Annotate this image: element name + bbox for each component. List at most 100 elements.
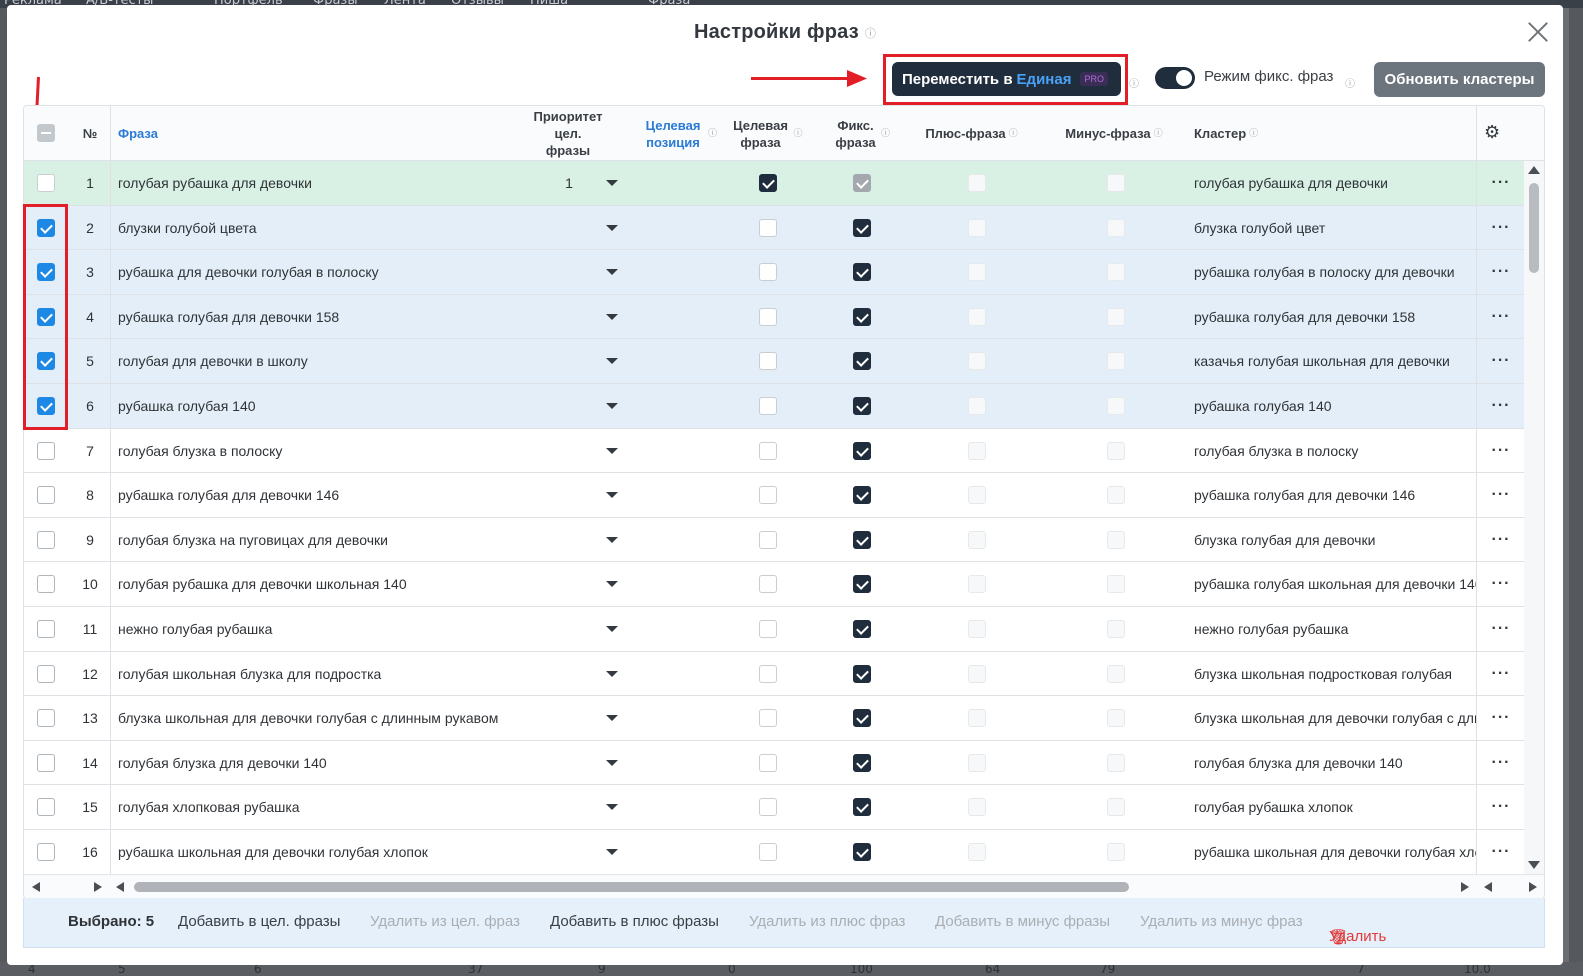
priority-dropdown[interactable] xyxy=(602,384,622,428)
add-target-button[interactable]: Добавить в цел. фразы xyxy=(178,913,340,930)
table-row[interactable]: 9 голубая блузка на пуговицах для девочки… xyxy=(24,517,1524,563)
scroll-left-icon[interactable] xyxy=(116,882,124,892)
table-row[interactable]: 8 рубашка голубая для девочки 146 рубашка … xyxy=(24,473,1524,518)
row-checkbox[interactable] xyxy=(37,218,55,237)
move-to-button[interactable]: Переместить в Единая PRO xyxy=(892,62,1121,96)
row-checkbox[interactable] xyxy=(37,620,55,638)
row-checkbox[interactable] xyxy=(37,307,55,326)
fixed-phrase-checkbox[interactable] xyxy=(853,620,871,638)
target-phrase-checkbox[interactable] xyxy=(759,397,777,415)
row-actions-button[interactable]: ··· xyxy=(1489,295,1513,339)
target-phrase-checkbox[interactable] xyxy=(759,263,777,282)
table-row[interactable]: 4 рубашка голубая для девочки 158 рубашка … xyxy=(24,294,1524,340)
target-phrase-checkbox[interactable] xyxy=(759,218,777,237)
info-icon[interactable]: ⓘ xyxy=(881,125,890,142)
row-actions-button[interactable]: ··· xyxy=(1489,473,1513,517)
fixed-phrase-checkbox[interactable] xyxy=(853,218,871,237)
priority-dropdown[interactable] xyxy=(602,161,622,205)
info-icon[interactable]: ⓘ xyxy=(1009,125,1018,142)
row-actions-button[interactable]: ··· xyxy=(1489,250,1513,294)
row-actions-button[interactable]: ··· xyxy=(1489,518,1513,562)
row-checkbox[interactable] xyxy=(37,441,55,460)
info-icon[interactable]: ⓘ xyxy=(865,25,876,41)
target-phrase-checkbox[interactable] xyxy=(759,441,777,460)
col-phrase[interactable]: Фраза xyxy=(118,106,318,161)
fixed-phrase-checkbox[interactable] xyxy=(853,530,871,549)
select-all-checkbox[interactable] xyxy=(37,124,55,142)
close-button[interactable] xyxy=(1525,19,1551,45)
table-row[interactable]: 15 голубая хлопковая рубашка голубая рубаш… xyxy=(24,785,1524,830)
remove-plus-button[interactable]: Удалить из плюс фраз xyxy=(749,913,905,930)
scroll-right-icon[interactable] xyxy=(1461,882,1469,892)
info-icon[interactable]: ⓘ xyxy=(1154,125,1163,142)
fixed-phrase-checkbox[interactable] xyxy=(853,798,871,817)
target-phrase-checkbox[interactable] xyxy=(759,352,777,371)
remove-minus-button[interactable]: Удалить из минус фраз xyxy=(1140,913,1303,930)
priority-dropdown[interactable] xyxy=(602,652,622,696)
target-phrase-checkbox[interactable] xyxy=(759,798,777,817)
table-row[interactable]: 3 рубашка для девочки голубая в полоску ру… xyxy=(24,250,1524,295)
table-row[interactable]: 7 голубая блузка в полоску голубая блузка … xyxy=(24,428,1524,474)
row-checkbox[interactable] xyxy=(37,575,55,594)
target-phrase-checkbox[interactable] xyxy=(759,620,777,638)
row-checkbox[interactable] xyxy=(37,174,55,192)
info-icon[interactable]: ⓘ xyxy=(708,125,717,142)
priority-dropdown[interactable] xyxy=(602,785,622,829)
table-row[interactable]: 10 голубая рубашка для девочки школьная 1… xyxy=(24,562,1524,607)
priority-dropdown[interactable] xyxy=(602,429,622,473)
col-priority[interactable]: Приоритет цел. фразы xyxy=(524,106,612,161)
info-icon[interactable]: ⓘ xyxy=(1249,125,1258,142)
vertical-scrollbar[interactable] xyxy=(1524,161,1544,874)
row-actions-button[interactable]: ··· xyxy=(1489,652,1513,696)
target-phrase-checkbox[interactable] xyxy=(759,486,777,505)
row-actions-button[interactable]: ··· xyxy=(1489,562,1513,606)
fixed-phrase-checkbox[interactable] xyxy=(853,174,871,192)
priority-dropdown[interactable] xyxy=(602,830,622,874)
target-phrase-checkbox[interactable] xyxy=(759,307,777,326)
scroll-left-icon[interactable] xyxy=(32,882,40,892)
priority-dropdown[interactable] xyxy=(602,607,622,651)
fixed-phrase-checkbox[interactable] xyxy=(853,307,871,326)
remove-target-button[interactable]: Удалить из цел. фраз xyxy=(370,913,520,930)
row-checkbox[interactable] xyxy=(37,709,55,728)
priority-dropdown[interactable] xyxy=(602,518,622,562)
table-row[interactable]: 14 голубая блузка для девочки 140 голубая … xyxy=(24,740,1524,786)
priority-dropdown[interactable] xyxy=(602,206,622,250)
priority-dropdown[interactable] xyxy=(602,741,622,785)
row-actions-button[interactable]: ··· xyxy=(1489,696,1513,740)
target-phrase-checkbox[interactable] xyxy=(759,753,777,772)
info-icon[interactable]: ⓘ xyxy=(1345,75,1355,90)
horizontal-scrollbar[interactable] xyxy=(24,874,1544,898)
row-actions-button[interactable]: ··· xyxy=(1489,741,1513,785)
target-phrase-checkbox[interactable] xyxy=(759,664,777,683)
scroll-down-icon[interactable] xyxy=(1528,861,1540,869)
table-row[interactable]: 13 блузка школьная для девочки голубая с … xyxy=(24,696,1524,741)
row-checkbox[interactable] xyxy=(37,843,55,861)
row-actions-button[interactable]: ··· xyxy=(1489,785,1513,829)
row-actions-button[interactable]: ··· xyxy=(1489,429,1513,473)
priority-dropdown[interactable] xyxy=(602,295,622,339)
gear-icon[interactable]: ⚙ xyxy=(1484,122,1500,143)
table-row[interactable]: 5 голубая для девочки в школу казачья голу… xyxy=(24,339,1524,384)
target-phrase-checkbox[interactable] xyxy=(759,843,777,861)
row-checkbox[interactable] xyxy=(37,352,55,371)
row-checkbox[interactable] xyxy=(37,664,55,683)
fixed-phrase-checkbox[interactable] xyxy=(853,397,871,415)
priority-dropdown[interactable] xyxy=(602,562,622,606)
fixed-phrase-checkbox[interactable] xyxy=(853,709,871,728)
priority-dropdown[interactable] xyxy=(602,250,622,294)
info-icon[interactable]: ⓘ xyxy=(1129,75,1139,90)
row-checkbox[interactable] xyxy=(37,263,55,282)
row-actions-button[interactable]: ··· xyxy=(1489,206,1513,250)
row-checkbox[interactable] xyxy=(37,397,55,415)
fixed-phrase-checkbox[interactable] xyxy=(853,263,871,282)
add-plus-button[interactable]: Добавить в плюс фразы xyxy=(550,913,719,930)
fixed-phrase-checkbox[interactable] xyxy=(853,843,871,861)
priority-dropdown[interactable] xyxy=(602,696,622,740)
row-checkbox[interactable] xyxy=(37,530,55,549)
table-row[interactable]: 2 блузки голубой цвета блузка голубой цвет… xyxy=(24,205,1524,251)
table-row[interactable]: 1 голубая рубашка для девочки 1 голубая руб… xyxy=(24,161,1524,206)
fixed-phrase-checkbox[interactable] xyxy=(853,753,871,772)
row-actions-button[interactable]: ··· xyxy=(1489,830,1513,874)
row-checkbox[interactable] xyxy=(37,486,55,505)
